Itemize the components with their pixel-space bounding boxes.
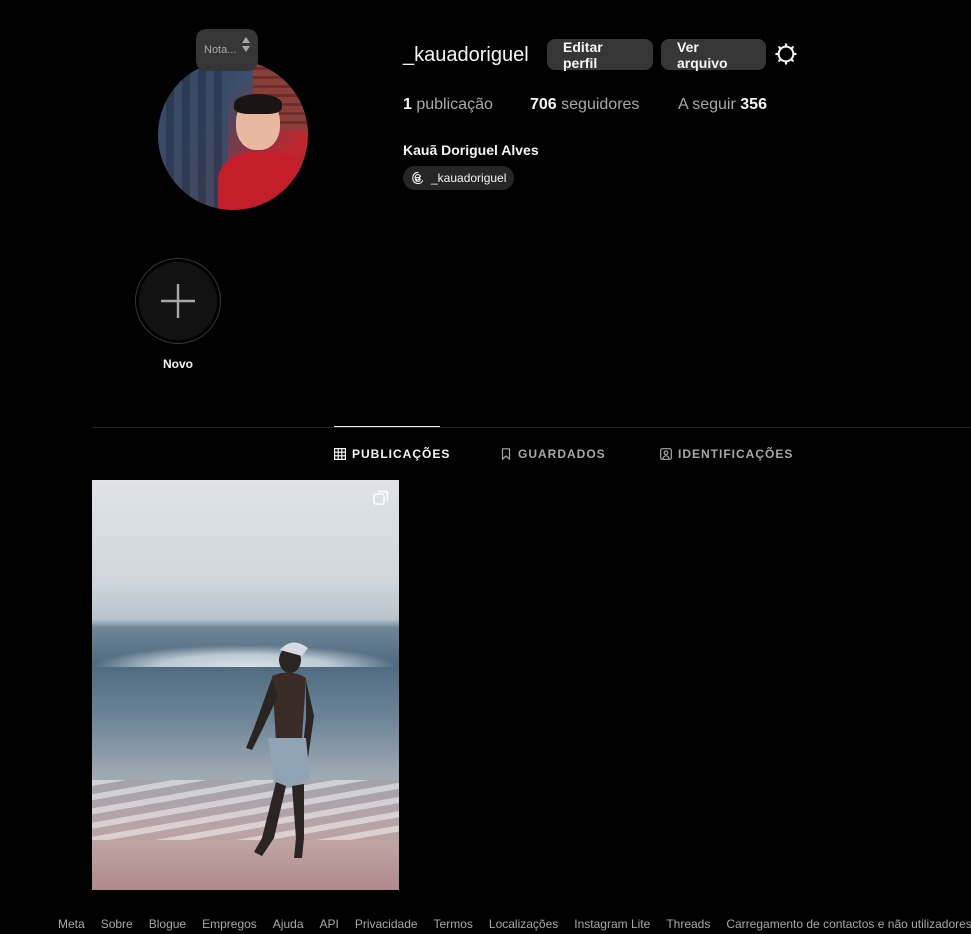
tab-saved-label: GUARDADOS (518, 447, 606, 461)
footer-link-api[interactable]: API (320, 917, 339, 931)
stat-following[interactable]: A seguir 356 (678, 96, 767, 114)
new-highlight-button[interactable]: Novo (135, 258, 221, 371)
footer-link-blog[interactable]: Blogue (149, 917, 186, 931)
profile-avatar[interactable] (158, 60, 308, 210)
profile-username: _kauadoriguel (403, 44, 529, 66)
footer-link-privacy[interactable]: Privacidade (355, 917, 418, 931)
chevron-down-icon (242, 46, 250, 52)
view-archive-button[interactable]: Ver arquivo (661, 39, 766, 71)
highlight-label: Novo (163, 357, 193, 371)
highlight-inner (139, 262, 217, 340)
gear-icon[interactable] (775, 43, 797, 65)
followers-label: seguidores (561, 96, 640, 113)
profile-full-name: Kauã Doriguel Alves (403, 142, 539, 158)
tab-tagged[interactable]: IDENTIFICAÇÕES (660, 447, 793, 461)
edit-profile-button[interactable]: Editar perfil (547, 39, 653, 71)
post-thumbnail[interactable] (92, 480, 399, 890)
tab-posts-label: PUBLICAÇÕES (352, 447, 451, 461)
tab-tagged-label: IDENTIFICAÇÕES (678, 447, 794, 461)
following-label: A seguir (678, 96, 736, 113)
chevron-up-icon (242, 37, 250, 43)
threads-badge[interactable]: _kauadoriguel (403, 166, 515, 190)
footer-links: Meta Sobre Blogue Empregos Ajuda API Pri… (58, 917, 971, 931)
plus-icon (161, 284, 195, 318)
grid-icon (334, 448, 346, 460)
footer-link-locations[interactable]: Localizações (489, 917, 558, 931)
avatar-image (158, 60, 308, 210)
bookmark-icon (501, 448, 511, 460)
tagged-icon (660, 448, 672, 460)
footer-link-meta[interactable]: Meta (58, 917, 85, 931)
following-count: 356 (740, 96, 767, 113)
post-image-figure (246, 642, 314, 858)
tab-posts[interactable]: PUBLICAÇÕES (334, 447, 450, 461)
footer-link-contact-uploading[interactable]: Carregamento de contactos e não utilizad… (726, 917, 971, 931)
tab-saved[interactable]: GUARDADOS (500, 447, 606, 461)
note-placeholder: Nota... (204, 44, 237, 56)
multiple-posts-icon (373, 490, 389, 505)
followers-count: 706 (530, 96, 557, 113)
posts-count: 1 (403, 96, 412, 113)
footer-link-threads[interactable]: Threads (666, 917, 710, 931)
stat-followers[interactable]: 706 seguidores (530, 96, 639, 114)
tabs-divider (92, 427, 971, 428)
footer-link-about[interactable]: Sobre (101, 917, 133, 931)
posts-label: publicação (416, 96, 493, 113)
footer-link-instagram-lite[interactable]: Instagram Lite (574, 917, 650, 931)
threads-icon (412, 171, 424, 185)
profile-page: Nota... _kauadoriguel Editar perfil Ver … (0, 0, 971, 934)
highlight-ring (135, 258, 221, 344)
stat-posts: 1 publicação (403, 96, 493, 114)
footer-link-help[interactable]: Ajuda (273, 917, 304, 931)
threads-handle: _kauadoriguel (431, 171, 507, 185)
note-stepper[interactable] (242, 37, 250, 52)
note-bubble[interactable]: Nota... (196, 29, 258, 71)
footer-link-terms[interactable]: Termos (434, 917, 473, 931)
active-tab-indicator (334, 426, 440, 427)
footer-link-jobs[interactable]: Empregos (202, 917, 257, 931)
